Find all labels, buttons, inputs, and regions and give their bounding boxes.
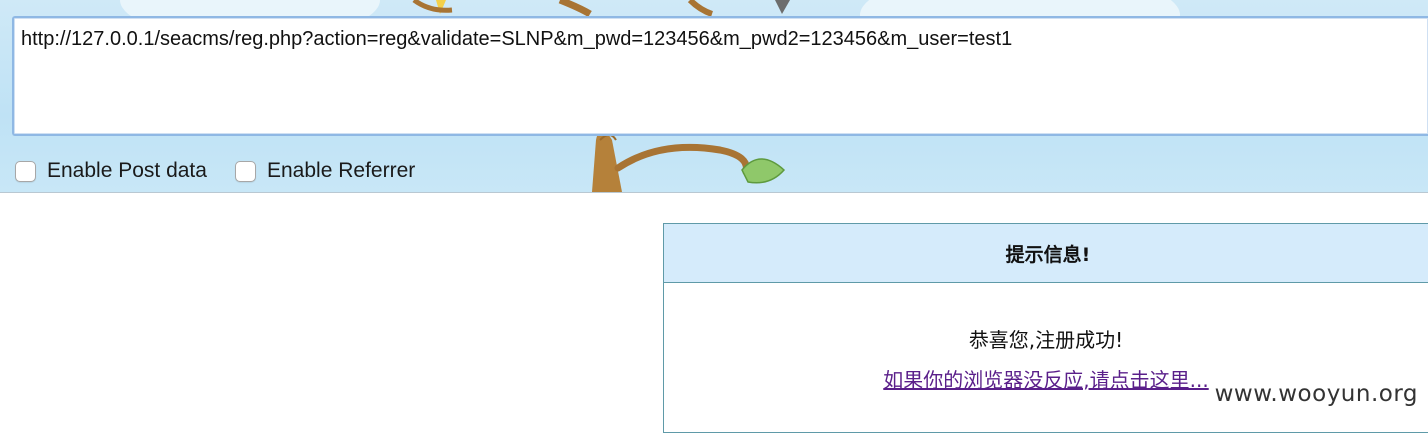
- message-text: 恭喜您,注册成功!: [968, 328, 1124, 352]
- hackbar-toolbar: http://127.0.0.1/seacms/reg.php?action=r…: [0, 0, 1428, 193]
- enable-post-option[interactable]: Enable Post data: [15, 158, 207, 184]
- enable-post-checkbox[interactable]: [15, 160, 36, 182]
- enable-referrer-option[interactable]: Enable Referrer: [235, 158, 415, 184]
- redirect-link[interactable]: 如果你的浏览器没反应,请点击这里...: [883, 368, 1208, 392]
- watermark: www.wooyun.org: [1214, 381, 1418, 407]
- enable-referrer-label: Enable Referrer: [267, 159, 416, 182]
- enable-post-label: Enable Post data: [47, 159, 207, 182]
- enable-referrer-checkbox[interactable]: [235, 160, 256, 182]
- message-title: 提示信息!: [664, 224, 1428, 283]
- url-input[interactable]: http://127.0.0.1/seacms/reg.php?action=r…: [12, 16, 1428, 136]
